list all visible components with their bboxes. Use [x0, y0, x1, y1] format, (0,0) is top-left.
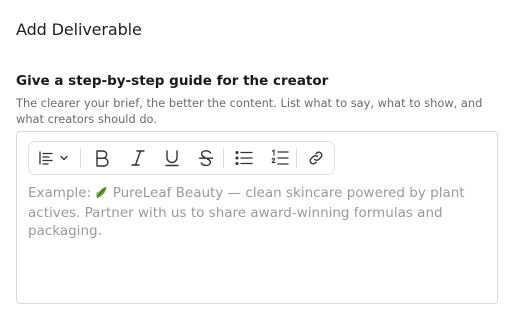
guide-hint: The clearer your brief, the better the c… [16, 96, 483, 126]
toolbar-divider [223, 148, 224, 168]
bullet-list-button[interactable] [230, 146, 258, 170]
strikethrough-button[interactable] [192, 146, 220, 170]
add-deliverable-page: Add Deliverable Give a step-by-step guid… [0, 0, 516, 327]
align-dropdown-button[interactable] [38, 146, 74, 170]
numbered-list-icon [271, 149, 289, 167]
toolbar-divider [296, 148, 297, 168]
bold-button[interactable] [88, 146, 116, 170]
rich-text-editor[interactable]: Example: PureLeaf Beauty — clean skincar… [16, 131, 498, 304]
toolbar-divider [80, 148, 81, 168]
editor-toolbar [28, 141, 335, 175]
italic-button[interactable] [124, 146, 152, 170]
link-button[interactable] [305, 146, 327, 170]
chevron-down-icon [59, 153, 69, 163]
underline-button[interactable] [158, 146, 186, 170]
bullet-list-icon [235, 150, 253, 166]
leaf-icon [95, 185, 108, 204]
strikethrough-icon [198, 149, 214, 167]
guide-heading: Give a step-by-step guide for the creato… [16, 73, 329, 89]
link-icon [308, 150, 324, 166]
italic-icon [130, 149, 146, 167]
placeholder-prefix: Example: [28, 185, 96, 201]
align-left-icon [38, 150, 54, 166]
editor-placeholder: Example: PureLeaf Beauty — clean skincar… [28, 184, 468, 240]
bold-icon [94, 149, 110, 167]
underline-icon [164, 149, 180, 167]
page-title: Add Deliverable [16, 20, 142, 39]
numbered-list-button[interactable] [266, 146, 294, 170]
